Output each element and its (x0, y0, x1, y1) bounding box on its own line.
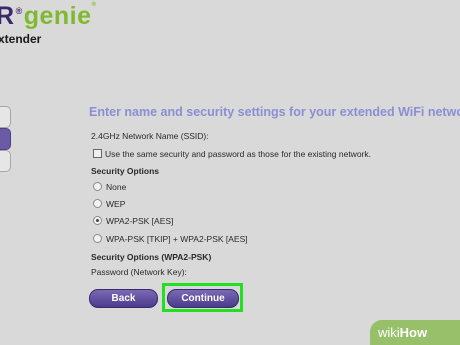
page-heading: Enter name and security settings for you… (89, 105, 460, 119)
sidebar-tab-1[interactable] (0, 106, 11, 128)
sidebar-tab-2-active[interactable] (0, 128, 11, 150)
radio-wep[interactable] (93, 199, 102, 208)
radio-wpa-wpa2-mixed[interactable] (93, 234, 102, 243)
option-none-label: None (106, 182, 127, 192)
security-options-wpa2-title: Security Options (WPA2-PSK) (91, 252, 212, 262)
option-wep-label: WEP (106, 199, 126, 209)
sidebar-tab-3[interactable] (0, 150, 11, 172)
password-label: Password (Network Key): (91, 267, 187, 277)
watermark-how: How (399, 325, 428, 340)
same-security-label: Use the same security and password as th… (105, 149, 371, 159)
page-subtitle: xtender (0, 32, 42, 46)
product-mark: ® (91, 2, 97, 8)
security-options-title: Security Options (91, 166, 160, 176)
same-security-checkbox[interactable] (93, 149, 102, 158)
watermark-wiki: wiki (378, 325, 400, 340)
back-button[interactable]: Back (89, 289, 158, 308)
continue-button[interactable]: Continue (167, 289, 239, 308)
option-wpa2-label: WPA2-PSK [AES] (106, 216, 174, 226)
radio-none[interactable] (93, 182, 102, 191)
registered-mark: ® (15, 6, 23, 16)
radio-wpa2-psk-aes[interactable] (93, 216, 102, 225)
option-wpa-wpa2-label: WPA-PSK [TKIP] + WPA2-PSK [AES] (106, 234, 248, 244)
ssid-label: 2.4GHz Network Name (SSID): (91, 131, 209, 141)
netgear-genie-logo: R®genie® (0, 2, 96, 31)
brand-partial: R (0, 2, 15, 30)
wikihow-watermark: wiki How (370, 320, 460, 345)
product-name: genie (23, 2, 92, 30)
